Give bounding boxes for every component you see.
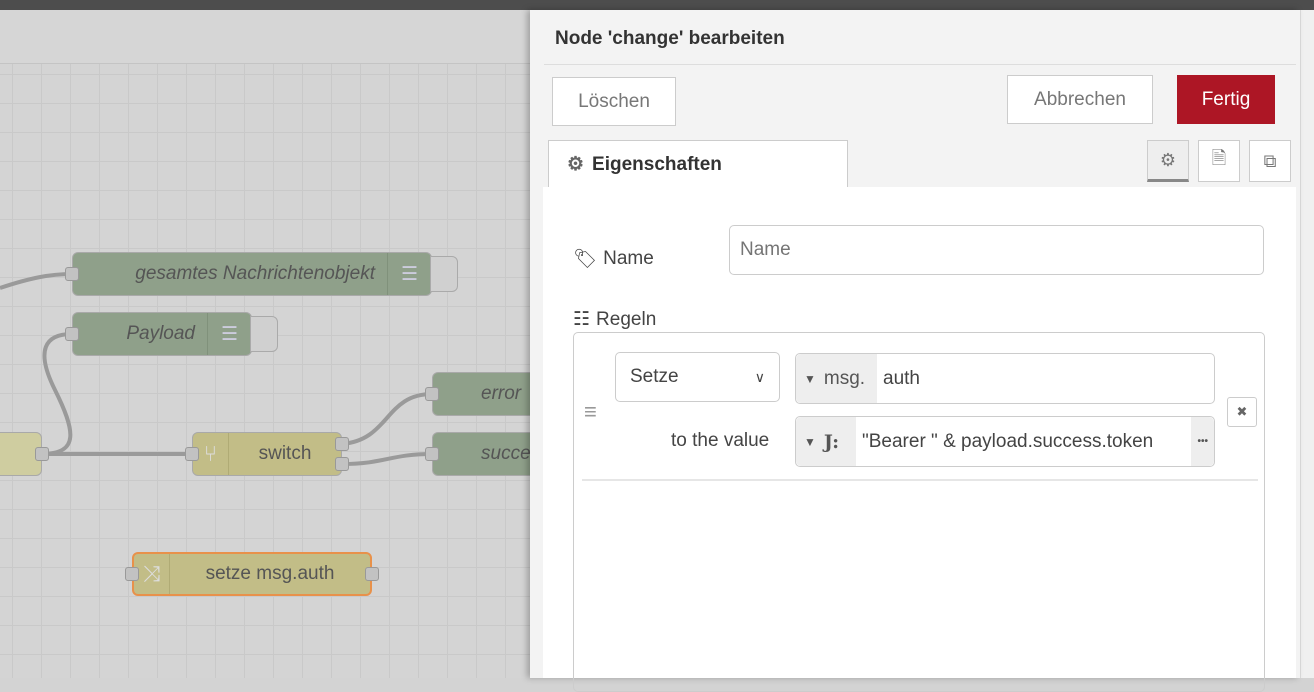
tab-label: Eigenschaften: [592, 153, 722, 175]
list-icon[interactable]: ☰: [207, 313, 251, 355]
properties-content: 🏷Name ☷Regeln ≡ Setze ∨ ▼ msg. auth to the …: [543, 187, 1296, 692]
delete-button[interactable]: Löschen: [552, 77, 676, 126]
target-input[interactable]: ▼ msg. auth: [795, 353, 1215, 404]
target-type: msg.: [823, 367, 866, 389]
shuffle-icon: ⤨: [134, 554, 170, 594]
output-port[interactable]: [365, 567, 379, 581]
debug-toggle[interactable]: [250, 316, 278, 352]
name-label: 🏷 Name: [573, 247, 654, 271]
wire-to-success: [341, 452, 433, 466]
input-port[interactable]: [65, 327, 79, 341]
node-label: switch: [258, 443, 312, 464]
caret-down-icon: ▼: [804, 371, 816, 386]
input-port[interactable]: [185, 447, 199, 461]
jsonata-icon: J:: [823, 430, 840, 453]
done-button[interactable]: Fertig: [1177, 75, 1275, 124]
output-port[interactable]: [335, 437, 349, 451]
caret-down-icon: ▼: [804, 434, 816, 449]
node-label: error: [481, 383, 522, 404]
action-select[interactable]: Setze ∨: [615, 352, 780, 402]
edit-dialog: Node 'change' bearbeiten Löschen Abbrech…: [530, 10, 1300, 692]
wire-to-debug1: [0, 272, 73, 290]
name-label-text: Name: [603, 248, 654, 269]
node-error[interactable]: error: [432, 372, 542, 416]
drag-handle-icon[interactable]: ≡: [584, 399, 597, 425]
target-value[interactable]: auth: [877, 368, 920, 390]
input-port[interactable]: [425, 387, 439, 401]
dialog-title: Node 'change' bearbeiten: [555, 28, 785, 49]
gear-icon: ⚙: [1159, 149, 1177, 170]
document-icon: 🗎: [1211, 148, 1227, 168]
name-input[interactable]: [729, 225, 1264, 275]
description-button[interactable]: 🗎: [1198, 140, 1240, 182]
value-type-select[interactable]: ▼ J:: [796, 417, 856, 466]
node-label: gesamtes Nachrichtenobjekt: [135, 263, 375, 284]
debug-toggle[interactable]: [430, 256, 458, 292]
list-icon[interactable]: ☰: [387, 253, 431, 295]
cancel-button[interactable]: Abbrechen: [1007, 75, 1153, 124]
tag-icon: 🏷: [573, 249, 598, 270]
output-port[interactable]: [335, 457, 349, 471]
rule-divider: [582, 479, 1258, 481]
output-port[interactable]: [35, 447, 49, 461]
wire-to-error: [341, 392, 433, 446]
properties-gear-button[interactable]: ⚙: [1147, 140, 1189, 182]
gear-icon: ⚙: [567, 154, 585, 175]
input-port[interactable]: [125, 567, 139, 581]
to-value-label: to the value: [671, 430, 770, 451]
tab-properties[interactable]: ⚙ Eigenschaften: [548, 140, 848, 188]
node-success[interactable]: succe: [432, 432, 542, 476]
wire-to-debug2: [41, 332, 73, 456]
node-label: setze msg.auth: [205, 563, 335, 584]
appearance-button[interactable]: ⧉: [1249, 140, 1291, 182]
divider: [544, 64, 1296, 65]
action-value: Setze: [630, 366, 679, 387]
value-input[interactable]: ▼ J: "Bearer " & payload.success.token •••: [795, 416, 1215, 467]
value-text[interactable]: "Bearer " & payload.success.token: [856, 431, 1191, 453]
rules-label-text: Regeln: [596, 308, 657, 330]
change-node-selected[interactable]: ⤨ setze msg.auth: [132, 552, 372, 596]
debug-node-payload[interactable]: Payload ☰: [72, 312, 252, 356]
rules-label: ☷ Regeln: [573, 308, 656, 331]
sidebar-edge: [1300, 10, 1314, 678]
node-label: Payload: [126, 323, 195, 344]
chevron-down-icon: ∨: [754, 368, 765, 385]
switch-node[interactable]: ⑂ switch: [192, 432, 342, 476]
frame-icon: ⧉: [1263, 150, 1277, 171]
node-label: succe: [481, 443, 531, 464]
input-port[interactable]: [65, 267, 79, 281]
tab-bar: ⚙ Eigenschaften ⚙ 🗎 ⧉: [544, 134, 1296, 188]
delete-rule-button[interactable]: ✖: [1227, 397, 1257, 427]
rules-list: ≡ Setze ∨ ▼ msg. auth to the value ▼ J: "Bear…: [573, 332, 1265, 692]
target-type-select[interactable]: ▼ msg.: [796, 354, 877, 403]
debug-node-gesamtes[interactable]: gesamtes Nachrichtenobjekt ☰: [72, 252, 432, 296]
expression-editor-button[interactable]: •••: [1191, 417, 1214, 466]
input-port[interactable]: [425, 447, 439, 461]
list-icon: ☷: [573, 309, 591, 330]
